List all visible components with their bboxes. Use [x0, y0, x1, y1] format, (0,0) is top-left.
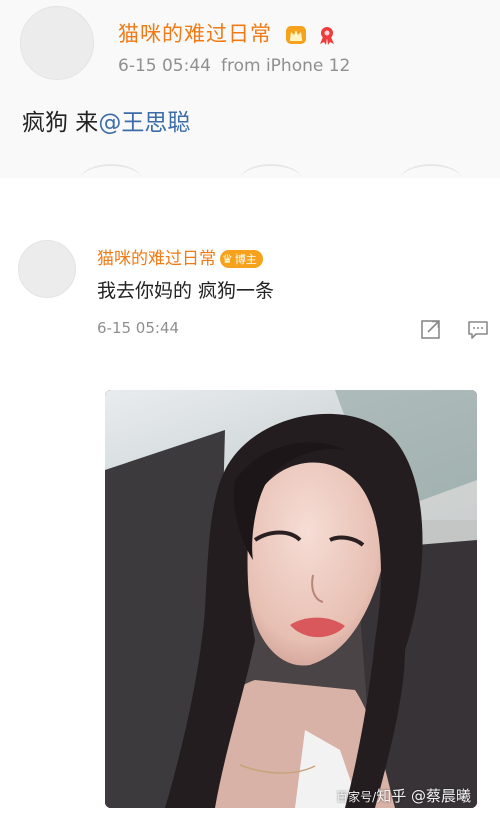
comment-icon[interactable] [467, 318, 489, 340]
comment-author-line: 猫咪的难过日常 ♛ 博主 [97, 244, 263, 269]
post-meta: 6-15 05:44 from iPhone 12 [118, 56, 350, 76]
comment-photo[interactable]: 百家号/知乎 @蔡晨曦 [105, 390, 477, 808]
image-watermark: 百家号/知乎 @蔡晨曦 [336, 785, 471, 806]
post-text-prefix: 疯狗 来 [22, 110, 99, 136]
ribbon-badge-icon[interactable] [316, 24, 338, 46]
post-text: 疯狗 来@王思聪 [22, 103, 190, 137]
mention-link[interactable]: @王思聪 [98, 110, 190, 136]
avatar[interactable] [20, 6, 94, 80]
comment-timestamp: 6-15 05:44 [97, 319, 180, 337]
crown-icon: ♛ [222, 252, 233, 266]
watermark-author: 蔡晨曦 [425, 787, 471, 805]
author-badge: ♛ 博主 [220, 250, 263, 268]
crown-badge-icon[interactable] [284, 24, 308, 46]
weibo-post: 猫咪的难过日常 6-15 05:44 from iPhone 12 疯狗 来@王思… [0, 0, 500, 178]
comment-username[interactable]: 猫咪的难过日常 [97, 249, 216, 269]
comment-text: 我去你妈的 疯狗一条 [97, 280, 275, 302]
post-timestamp: 6-15 05:44 [118, 56, 211, 76]
comment-avatar[interactable] [18, 240, 76, 298]
divider [0, 178, 500, 188]
portrait-photo [105, 390, 477, 808]
user-badges [284, 24, 338, 46]
watermark-platform: 知乎 @ [376, 787, 426, 805]
author-badge-label: 博主 [234, 253, 257, 266]
post-source[interactable]: from iPhone 12 [221, 56, 350, 76]
share-icon[interactable] [420, 318, 442, 340]
post-username[interactable]: 猫咪的难过日常 [118, 22, 272, 46]
post-author-line: 猫咪的难过日常 [118, 18, 338, 48]
watermark-source: 百家号/ [336, 790, 377, 804]
